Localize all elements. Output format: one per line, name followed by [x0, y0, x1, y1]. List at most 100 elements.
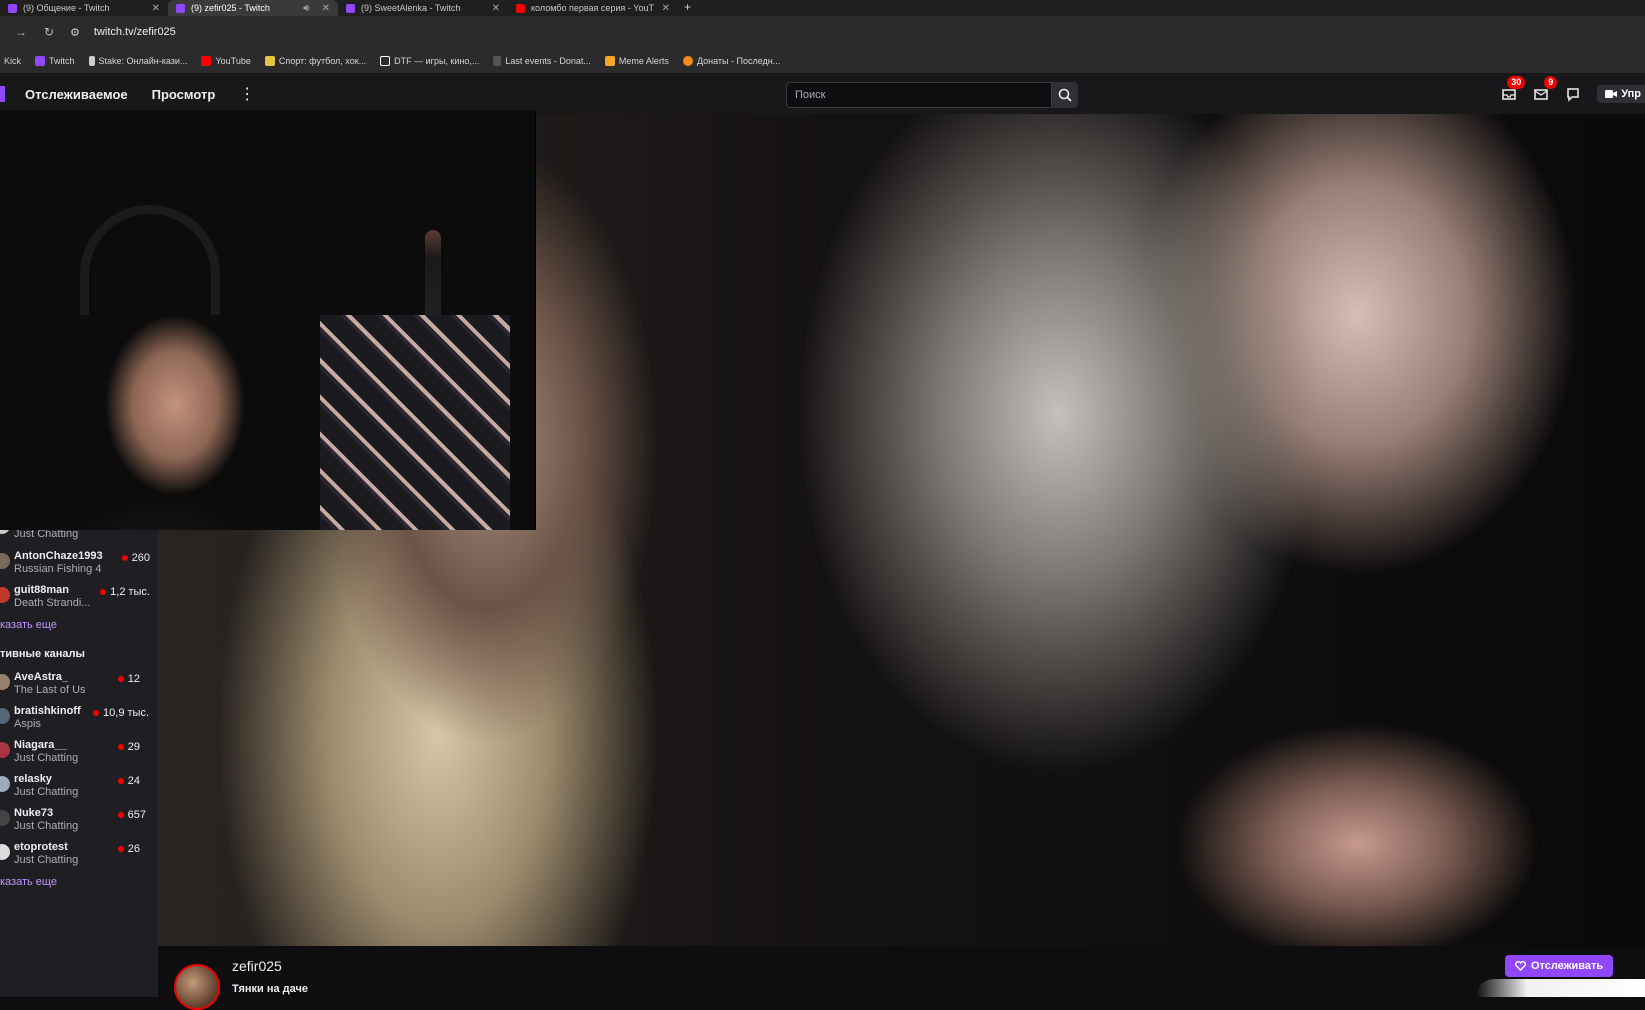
viewer-count: 260 — [121, 552, 150, 564]
tab-title: (9) zefir025 - Twitch — [191, 3, 270, 13]
bookmark-kick[interactable]: Kick — [4, 56, 21, 66]
bookmark-donaty[interactable]: Донаты - Последн... — [682, 55, 780, 66]
close-icon[interactable]: ✕ — [322, 3, 330, 14]
viewer-count: 24 — [117, 775, 140, 787]
bookmark-youtube[interactable]: YouTube — [201, 55, 251, 66]
live-dot-icon — [117, 676, 124, 682]
sidebar-channel[interactable]: Nuke73 Just Chatting 657 — [0, 807, 158, 837]
channel-name[interactable]: zefir025 — [232, 958, 282, 974]
recommended-heading: тивные каналы — [0, 648, 85, 660]
sidebar-channel-game: Aspis — [14, 718, 41, 730]
twitch-favicon-icon — [176, 3, 185, 13]
live-dot-icon — [100, 589, 107, 595]
avatar — [0, 844, 10, 860]
top-nav-right: 30 9 Упр — [1501, 74, 1645, 114]
bookmark-twitch[interactable]: Twitch — [35, 55, 75, 66]
viewer-count: 29 — [117, 741, 140, 753]
sidebar-channel[interactable]: relasky Just Chatting 24 — [0, 773, 158, 803]
live-dot-icon — [117, 846, 124, 852]
search-input[interactable] — [786, 82, 1052, 108]
sidebar-channel-game: Death Strandi... — [14, 597, 91, 609]
site-info-icon[interactable]: ⚙ — [70, 26, 80, 39]
show-more-link[interactable]: казать еще — [0, 619, 57, 631]
sidebar-channel-game: Just Chatting — [14, 752, 79, 764]
sidebar-channel-game: Just Chatting — [14, 820, 79, 832]
viewer-count: 10,9 тыс. — [93, 707, 149, 719]
viewer-count: 12 — [117, 673, 140, 685]
sidebar-channel[interactable]: etoprotest Just Chatting 26 — [0, 841, 158, 871]
notifications-badge: 30 — [1507, 76, 1526, 89]
more-menu-icon[interactable]: ⋮ — [239, 84, 255, 104]
sidebar-channel-name: bratishkinoff — [14, 705, 81, 717]
chat-bubble-icon — [1567, 88, 1579, 102]
new-tab-button[interactable]: + — [684, 0, 691, 16]
audio-icon[interactable]: 🔊︎ — [303, 3, 309, 14]
avatar — [0, 742, 10, 758]
sidebar-channel[interactable]: bratishkinoff Aspis 10,9 тыс. — [0, 705, 158, 735]
tab-title: (9) Общение - Twitch — [23, 3, 110, 13]
twitch-logo-icon[interactable] — [0, 86, 5, 102]
manage-button[interactable]: Упр — [1597, 85, 1645, 103]
twitch-icon — [35, 55, 46, 66]
channel-avatar[interactable] — [174, 964, 220, 1010]
sidebar-channel-name: etoprotest — [14, 841, 68, 853]
sidebar-channel-name: Nuke73 — [14, 807, 54, 819]
sticker-cabinet-shape — [320, 315, 510, 530]
sidebar-channel[interactable]: AveAstra_ The Last of Us 12 — [0, 671, 158, 701]
bookmark-stake[interactable]: Stake: Онлайн-кази... — [88, 55, 187, 66]
browser-tab[interactable]: (9) SweetAlenka - Twitch ✕ — [338, 0, 508, 16]
chat-button[interactable] — [1565, 86, 1581, 102]
search-button[interactable] — [1052, 82, 1078, 108]
bookmark-sport[interactable]: Спорт: футбол, хок... — [264, 55, 366, 66]
heart-icon — [1515, 961, 1526, 971]
browser-tab-strip: (9) Общение - Twitch ✕ (9) zefir025 - Tw… — [0, 0, 1645, 16]
bookmark-donationalerts[interactable]: Last events - Donat... — [493, 55, 591, 66]
url-field[interactable]: twitch.tv/zefir025 — [94, 26, 176, 38]
whispers-button[interactable]: 9 — [1533, 76, 1558, 102]
live-dot-icon — [117, 812, 124, 818]
avatar — [0, 587, 10, 603]
donation-icon — [493, 55, 502, 66]
live-dot-icon — [117, 744, 124, 750]
sidebar-channel[interactable]: AntonChaze1993 Russian Fishing 4 260 — [0, 550, 158, 580]
forward-icon[interactable]: → — [14, 25, 28, 39]
sidebar-channel-game: Russian Fishing 4 — [14, 563, 102, 575]
bookmarks-bar: Kick Twitch Stake: Онлайн-кази... YouTub… — [0, 48, 1645, 74]
live-dot-icon — [121, 555, 128, 561]
watermark-logo — [1476, 979, 1645, 997]
live-dot-icon — [117, 778, 124, 784]
webcam-overlay — [0, 110, 536, 530]
stake-icon — [88, 55, 95, 66]
search-icon — [1058, 88, 1072, 102]
nav-browse[interactable]: Просмотр — [152, 87, 216, 102]
figurine-shape — [425, 230, 441, 325]
close-icon[interactable]: ✕ — [492, 3, 500, 14]
sidebar-channel-game: Just Chatting — [14, 786, 79, 798]
browser-tab[interactable]: (9) Общение - Twitch ✕ — [0, 0, 168, 16]
show-more-link[interactable]: казать еще — [0, 876, 57, 888]
bookmark-meme-alerts[interactable]: Meme Alerts — [604, 55, 669, 66]
avatar — [0, 708, 10, 724]
viewer-count: 26 — [117, 843, 140, 855]
browser-tab-active[interactable]: (9) zefir025 - Twitch 🔊︎ ✕ — [168, 0, 338, 16]
live-dot-icon — [93, 710, 100, 716]
follow-button[interactable]: Отслеживать — [1505, 955, 1614, 977]
sidebar-channel-game: Just Chatting — [14, 854, 79, 866]
sidebar-channel-name: Niagara__ — [14, 739, 67, 751]
stream-title: Тянки на даче — [232, 983, 308, 995]
bookmark-dtf[interactable]: DTF — игры, кино,... — [380, 55, 479, 66]
notifications-button[interactable]: 30 — [1501, 76, 1526, 102]
reload-icon[interactable]: ↻ — [42, 25, 56, 39]
close-icon[interactable]: ✕ — [152, 3, 160, 14]
close-icon[interactable]: ✕ — [662, 3, 670, 14]
sidebar-channel[interactable]: Niagara__ Just Chatting 29 — [0, 739, 158, 769]
twitch-top-nav: Отслеживаемое Просмотр ⋮ 30 9 Упр — [0, 74, 1645, 114]
sidebar-channel-name: relasky — [14, 773, 52, 785]
sidebar-channel-name: AntonChaze1993 — [14, 550, 103, 562]
nav-following[interactable]: Отслеживаемое — [25, 87, 128, 102]
sidebar-channel[interactable]: guit88man Death Strandi... 1,2 тыс. — [0, 584, 158, 614]
browser-tab[interactable]: коломбо первая серия - YouT ✕ — [508, 0, 678, 16]
sport-icon — [264, 55, 275, 66]
dtf-icon — [380, 55, 391, 66]
camera-icon — [1605, 90, 1618, 98]
